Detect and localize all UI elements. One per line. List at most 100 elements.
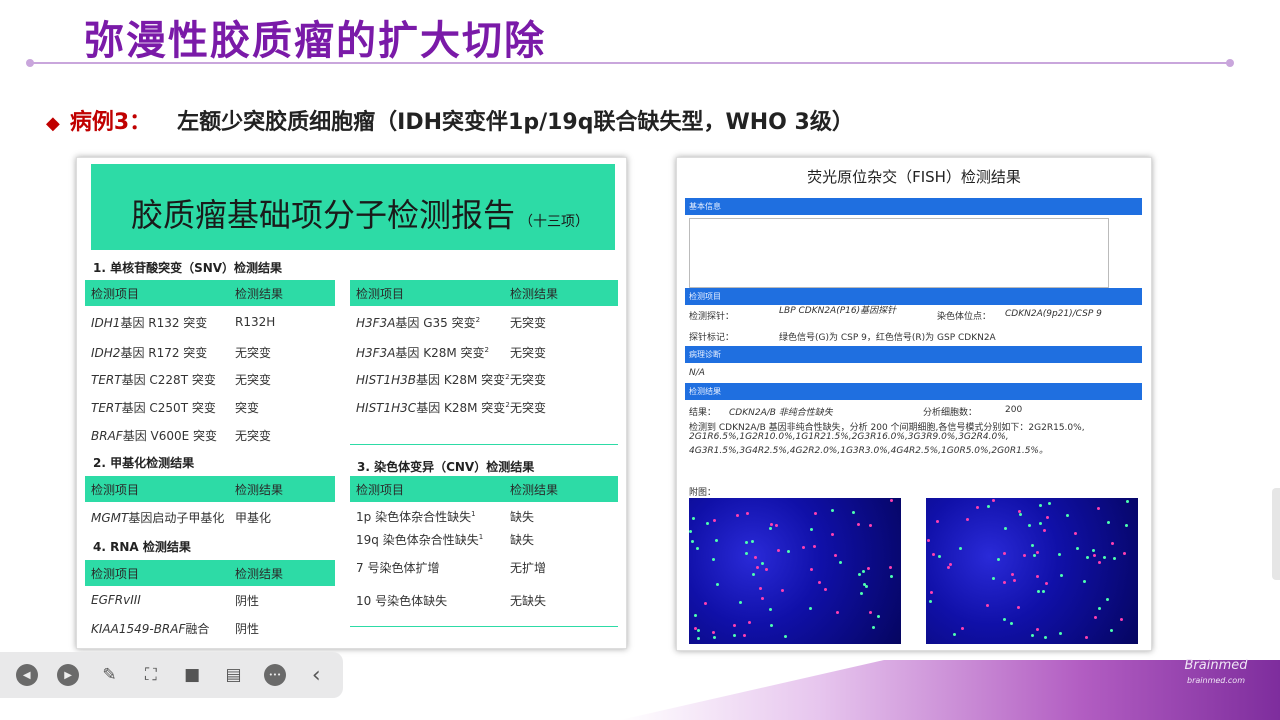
test-item-text: 基因 C228T 突变: [121, 373, 216, 387]
fish-signal-dot: [831, 509, 834, 512]
fish-signal-dot: [860, 592, 863, 595]
fish-signal-dot: [1120, 618, 1123, 621]
slide-title: 弥漫性胶质瘤的扩大切除: [84, 18, 546, 64]
report-subtitle: （十三项）: [519, 214, 590, 230]
gene-name: BRAF: [91, 428, 123, 443]
pen-icon: ✎: [102, 665, 117, 685]
previous-slide-button[interactable]: ◀: [12, 660, 41, 690]
fish-signal-dot: [1003, 618, 1006, 621]
table-row: 1p 染色体杂合性缺失1 缺失: [350, 502, 618, 530]
fish-signal-dot: [831, 533, 834, 536]
col-item-header: 检测项目: [356, 482, 405, 497]
fish-signal-dot: [712, 631, 715, 634]
table-row: IDH2基因 R172 突变 无突变: [85, 338, 335, 366]
gene-name: TERT: [91, 400, 122, 415]
test-item-text: 7 号染色体扩增: [356, 560, 440, 575]
footnote-mark: 1: [471, 509, 476, 518]
fish-signal-dot: [852, 511, 855, 514]
collapse-toolbar-button[interactable]: ‹: [302, 660, 331, 690]
fish-signal-dot: [810, 568, 813, 571]
fish-signal-dot: [1010, 622, 1013, 625]
snv-section-title: 1. 单核苷酸突变（SNV）检测结果: [93, 261, 283, 275]
fish-signal-dot: [1060, 574, 1063, 577]
fish-signal-dot: [1042, 590, 1045, 593]
camera-button[interactable]: ■: [178, 660, 207, 690]
basic-info-box: [689, 218, 1109, 288]
logo-subtext: brainmed.com: [1187, 676, 1245, 685]
table-row: HIST1H3C基因 K28M 突变2 无突变: [350, 393, 618, 421]
side-panel-handle[interactable]: [1272, 488, 1280, 580]
fish-signal-dot: [938, 555, 941, 558]
test-result: 无突变: [510, 315, 547, 330]
gene-name: HIST1H3B: [356, 373, 417, 387]
fish-signal-dot: [696, 547, 699, 550]
test-result: 无突变: [510, 373, 547, 387]
fish-signal-dot: [706, 522, 709, 525]
test-item-text: 基因 K28M 突变: [416, 373, 506, 387]
test-item-text: 基因 C250T 突变: [121, 400, 216, 415]
fish-signal-dot: [1059, 632, 1062, 635]
fish-signal-dot: [713, 636, 716, 639]
test-item: BRAF基因 V600E 突变: [85, 427, 235, 444]
fish-signal-dot: [715, 539, 718, 542]
test-result: 缺失: [510, 509, 535, 524]
footnote-mark: 2: [505, 373, 510, 381]
fish-signal-dot: [1013, 579, 1016, 582]
col-item-header: 检测项目: [356, 286, 405, 301]
more-icon: •••: [263, 664, 286, 686]
fish-bar-results: 检测结果: [685, 383, 1142, 400]
fish-signal-dot: [839, 561, 842, 564]
test-item: TERT基因 C250T 突变: [85, 399, 235, 416]
test-item-text: 基因启动子甲基化: [128, 510, 225, 525]
fish-signal-dot: [1003, 552, 1006, 555]
screenshot-button[interactable]: ⛶: [136, 660, 165, 690]
fish-signal-dot: [1017, 606, 1020, 609]
result-detail-line-3: 4G3R1.5%,3G4R2.5%,4G2R2.0%,1G3R3.0%,4G4R…: [689, 446, 1048, 456]
mark-value: 绿色信号(G)为 CSP 9，红色信号(R)为 GSP CDKN2A: [779, 333, 996, 343]
fish-signal-dot: [1004, 527, 1007, 530]
pen-button[interactable]: ✎: [95, 660, 124, 690]
cnv-table: 检测项目 检测结果 1p 染色体杂合性缺失1 缺失 19q 染色体杂合性缺失1 缺失 7…: [350, 476, 618, 614]
fish-signal-dot: [689, 530, 692, 533]
logo-text: Brainmed: [1184, 658, 1248, 673]
fish-signal-dot: [834, 554, 837, 557]
col-item-header: 检测项目: [91, 482, 140, 497]
test-item: HIST1H3C基因 K28M 突变2: [350, 399, 510, 416]
fish-signal-dot: [809, 607, 812, 610]
table-header: 检测项目 检测结果: [350, 476, 618, 502]
test-item: 19q 染色体杂合性缺失1: [350, 531, 510, 548]
more-button[interactable]: •••: [260, 660, 289, 690]
fish-signal-dot: [775, 524, 778, 527]
comment-button[interactable]: ▤: [219, 660, 248, 690]
case-label: 病例3：: [69, 110, 152, 135]
crop-frame-icon: ⛶: [144, 665, 157, 685]
test-result: 阴性: [235, 593, 260, 608]
fish-signal-dot: [877, 615, 880, 618]
fish-micrograph-2: [926, 498, 1138, 644]
gene-name: IDH2: [91, 345, 121, 360]
fish-signal-dot: [1110, 629, 1113, 632]
table-row: EGFRvIII 阴性: [85, 586, 335, 614]
presentation-toolbar: ◀ ▶ ✎ ⛶ ■ ▤ ••• ‹: [0, 652, 343, 698]
cells-value: 200: [1005, 405, 1023, 415]
gene-name: TERT: [91, 373, 122, 387]
table-rule: [350, 626, 618, 627]
methylation-section-title: 2. 甲基化检测结果: [93, 456, 195, 470]
table-row: MGMT基因启动子甲基化 甲基化: [85, 502, 335, 532]
fish-signal-dot: [1125, 524, 1128, 527]
diamond-bullet-icon: ◆: [46, 113, 60, 134]
site-label: 染色体位点：: [937, 312, 992, 322]
next-slide-button[interactable]: ▶: [53, 660, 82, 690]
play-icon: ▶: [57, 664, 80, 686]
fish-signal-dot: [1033, 554, 1036, 557]
fish-signal-dot: [712, 558, 715, 561]
mark-label: 探针标记：: [689, 333, 735, 343]
fish-signal-dot: [1058, 553, 1061, 556]
fish-signal-dot: [761, 562, 764, 565]
test-item-text: 10 号染色体缺失: [356, 593, 448, 608]
fish-bar-test-item: 检测项目: [685, 288, 1142, 305]
brainmed-logo: Brainmed brainmed.com: [1166, 656, 1266, 692]
table-header: 检测项目 检测结果: [85, 560, 335, 586]
case-description: 左额少突胶质细胞瘤（IDH突变伴1p/19q联合缺失型，WHO 3级）: [177, 110, 854, 135]
fish-signal-dot: [836, 611, 839, 614]
